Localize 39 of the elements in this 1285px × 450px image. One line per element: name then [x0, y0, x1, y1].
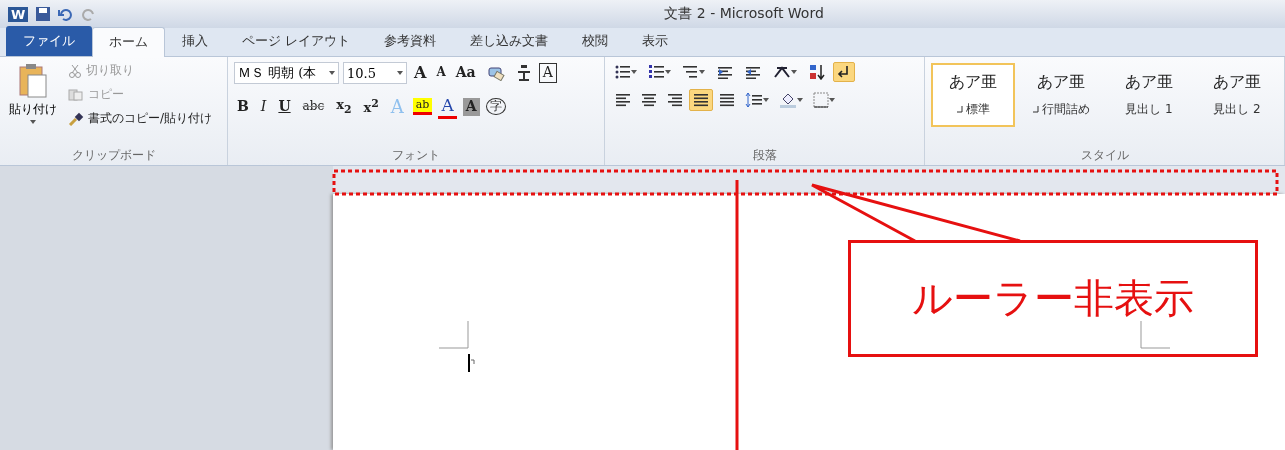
style-item[interactable]: あア亜 見出し 2: [1195, 63, 1279, 127]
style-name: 標準: [956, 101, 990, 118]
ribbon-tab[interactable]: ページ レイアウト: [225, 26, 368, 56]
ribbon-tab[interactable]: 表示: [625, 26, 686, 56]
paste-button[interactable]: 貼り付け: [6, 61, 60, 145]
character-shading-button[interactable]: A: [462, 98, 480, 116]
clipboard-command[interactable]: 書式のコピー/貼り付け: [66, 109, 215, 128]
style-name: 見出し 2: [1213, 101, 1261, 118]
change-case-button[interactable]: Aa: [452, 64, 479, 82]
file-tab[interactable]: ファイル: [6, 26, 92, 56]
highlight-button[interactable]: ab: [412, 98, 433, 116]
ribbon-tab[interactable]: 校閲: [565, 26, 626, 56]
bold-button[interactable]: B: [234, 98, 252, 116]
ribbon-tab[interactable]: 差し込み文書: [453, 26, 566, 56]
font-name-field[interactable]: ＭＳ 明朝 (本: [234, 62, 339, 84]
ribbon-tab[interactable]: ホーム: [92, 27, 165, 57]
style-item[interactable]: あア亜 標準: [931, 63, 1015, 127]
character-border-button[interactable]: A: [538, 63, 557, 83]
italic-button[interactable]: I: [257, 98, 270, 116]
grow-font-button[interactable]: A: [411, 63, 430, 83]
font-size-field[interactable]: 10.5: [343, 62, 407, 84]
group-label: フォント: [392, 146, 441, 164]
callout-text: ルーラー非表示: [912, 274, 1194, 323]
script-button[interactable]: x$^{2}$: [360, 97, 382, 117]
style-item[interactable]: あア亜 見出し 1: [1107, 63, 1191, 127]
style-name: 行間詰め: [1032, 101, 1090, 118]
underline-button[interactable]: U: [275, 98, 294, 116]
font-color-button[interactable]: A: [438, 95, 457, 119]
window-title: 文書 2 - Microsoft Word: [664, 5, 824, 23]
group-label: 段落: [752, 146, 777, 164]
script-button[interactable]: x$_{2}$: [333, 97, 355, 117]
app-logo: W: [8, 6, 29, 22]
group-label: クリップボード: [71, 146, 156, 164]
style-item[interactable]: あア亜 行間詰め: [1019, 63, 1103, 127]
shrink-font-button[interactable]: A: [433, 65, 449, 81]
group-label: スタイル: [1080, 146, 1129, 164]
ribbon-tab[interactable]: 挿入: [165, 26, 225, 56]
style-name: 見出し 1: [1125, 101, 1173, 118]
ribbon-tab[interactable]: 参考資料: [367, 26, 454, 56]
